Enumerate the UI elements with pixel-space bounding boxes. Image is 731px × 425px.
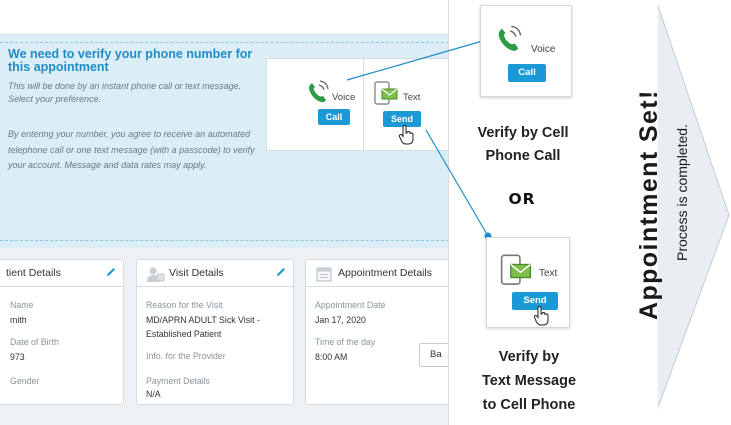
text-caption-line3: to Cell Phone: [482, 397, 576, 413]
connector-lines: [346, 36, 492, 240]
phone-icon: [498, 25, 522, 51]
call-caption-line2: Phone Call: [485, 148, 561, 164]
call-callout: Voice Call: [480, 5, 572, 97]
call-caption: Verify by Cell Phone Call: [449, 124, 597, 166]
tablet-message-icon: [500, 254, 532, 285]
text-caption-line2: Text Message: [481, 373, 577, 389]
call-callout-label: Voice: [531, 44, 556, 55]
text-caption: Verify by Text Message to Cell Phone: [455, 347, 603, 415]
call-caption-line1: Verify by Cell: [477, 125, 569, 141]
or-text: OR: [508, 190, 536, 208]
text-callout: Text Send: [486, 237, 570, 328]
text-caption-line1: Verify by: [498, 349, 560, 365]
arrow-chevron: [656, 2, 730, 411]
hand-cursor-icon: [533, 306, 549, 326]
call-callout-button[interactable]: Call: [508, 64, 546, 82]
text-callout-label: Text: [539, 268, 558, 279]
